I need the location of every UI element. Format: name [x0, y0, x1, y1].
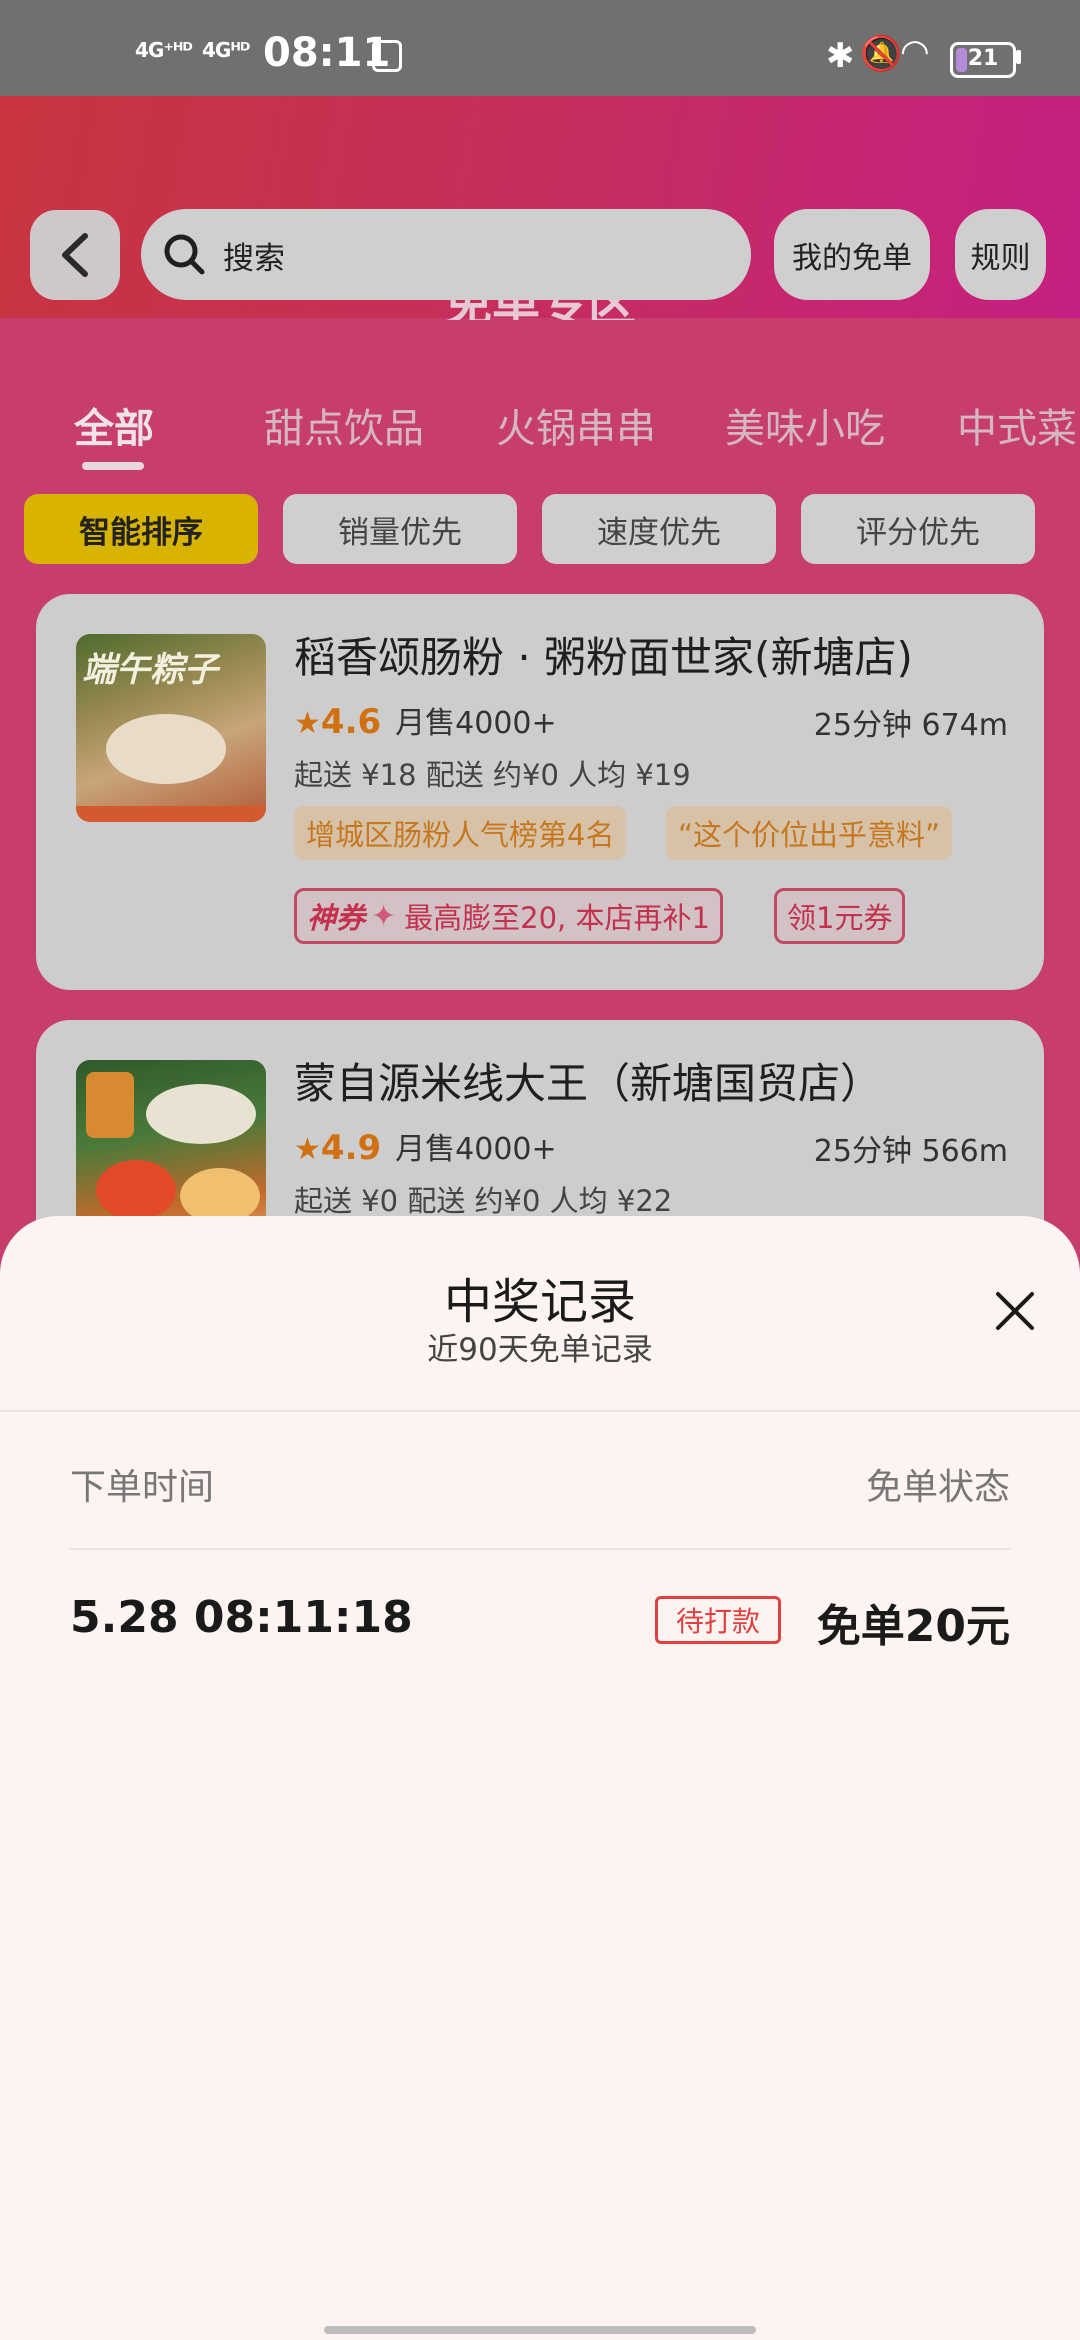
record-order-time: 5.28 08:11:18 — [70, 1592, 413, 1643]
sheet-title: 中奖记录 — [443, 1274, 636, 1330]
divider — [70, 1548, 1010, 1550]
sort-smart-button[interactable]: 智能排序 — [24, 494, 258, 564]
sheet-subtitle: 近90天免单记录 — [427, 1332, 653, 1368]
store-fees: 起送 ¥18 配送 约¥0 人均 ¥19 — [294, 758, 691, 792]
close-button[interactable] — [990, 1286, 1040, 1336]
store-thumbnail: 端午粽子 — [76, 634, 266, 822]
search-icon — [164, 234, 205, 275]
sparkle-icon: ✦ — [371, 898, 397, 934]
status-badge: 待打款 — [655, 1596, 782, 1644]
search-placeholder: 搜索 — [223, 241, 285, 277]
sort-sales-button[interactable]: 销量优先 — [283, 494, 517, 564]
search-input[interactable]: 搜索 — [141, 209, 751, 300]
divider — [0, 1410, 1080, 1412]
tab-chinese-cuisine[interactable]: 中式菜 — [957, 396, 1077, 454]
winning-records-sheet — [0, 1216, 1080, 2340]
sort-rating-button[interactable]: 评分优先 — [801, 494, 1035, 564]
my-free-orders-button[interactable]: 我的免单 — [774, 209, 930, 300]
tab-desserts-drinks[interactable]: 甜点饮品 — [264, 396, 424, 454]
bluetooth-icon: ✱ — [826, 36, 855, 76]
store-eta: 25分钟 674m — [813, 708, 1008, 743]
home-indicator[interactable] — [324, 2326, 756, 2334]
column-header-free-status: 免单状态 — [865, 1467, 1010, 1508]
store-card[interactable]: 端午粽子 稻香颂肠粉 · 粥粉面世家(新塘店) ★4.6 月售4000+ 25分钟… — [36, 594, 1044, 990]
store-name: 蒙自源米线大王（新塘国贸店） — [294, 1059, 883, 1108]
store-rating: ★4.9 月售4000+ — [294, 1128, 557, 1168]
app-notification-icon — [372, 40, 402, 72]
close-icon — [996, 1292, 1034, 1330]
coupon-banner[interactable]: 神券 ✦ 最高膨至20, 本店再补1 — [294, 888, 723, 944]
column-header-order-time: 下单时间 — [70, 1467, 215, 1508]
rules-button[interactable]: 规则 — [955, 209, 1046, 300]
claim-coupon-button[interactable]: 领1元券 — [774, 888, 906, 944]
star-icon: ★ — [294, 1132, 321, 1167]
star-icon: ★ — [294, 706, 321, 741]
ranking-tag: 增城区肠粉人气榜第4名 — [294, 806, 627, 860]
back-button[interactable] — [30, 210, 120, 300]
battery-icon: 21 — [950, 42, 1016, 78]
review-tag: “这个价位出乎意料” — [666, 806, 953, 860]
store-fees: 起送 ¥0 配送 约¥0 人均 ¥22 — [294, 1184, 673, 1218]
record-free-amount: 免单20元 — [816, 1601, 1010, 1652]
status-bar: 4G⁺ᴴᴰ 4Gᴴᴰ 08:11 ✱ 🔕 ◠ 21 — [0, 0, 1080, 96]
store-rating: ★4.6 月售4000+ — [294, 702, 557, 742]
wifi-icon: ◠ — [900, 32, 930, 72]
store-name: 稻香颂肠粉 · 粥粉面世家(新塘店) — [294, 633, 913, 682]
store-eta: 25分钟 566m — [813, 1134, 1008, 1169]
tab-indicator — [82, 462, 144, 470]
signal-sim2-icon: 4Gᴴᴰ — [202, 38, 250, 62]
sort-speed-button[interactable]: 速度优先 — [542, 494, 776, 564]
tab-snacks[interactable]: 美味小吃 — [725, 396, 885, 454]
chevron-left-icon — [62, 233, 88, 277]
tab-hotpot[interactable]: 火锅串串 — [496, 396, 656, 454]
battery-level: 21 — [967, 46, 999, 71]
tab-all[interactable]: 全部 — [74, 396, 154, 454]
mute-icon: 🔕 — [860, 34, 903, 74]
coupon-badge: 神券 — [307, 901, 366, 935]
signal-sim1-icon: 4G⁺ᴴᴰ — [135, 38, 193, 62]
